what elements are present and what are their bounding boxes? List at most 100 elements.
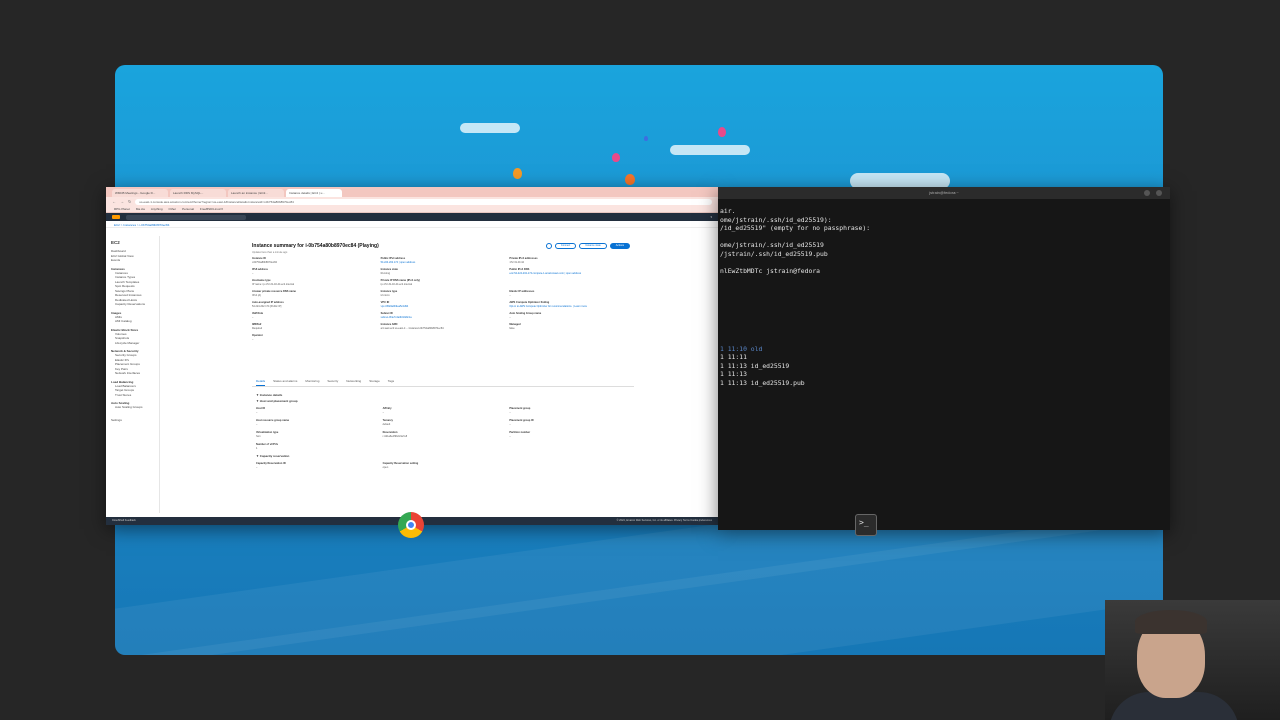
tab-status-and-alarms[interactable]: Status and alarms xyxy=(273,379,297,386)
back-icon[interactable]: ← xyxy=(112,199,116,204)
sidebar-item[interactable]: AMI Catalog xyxy=(115,319,154,324)
connect-button[interactable]: Connect xyxy=(554,243,577,249)
tab-networking[interactable]: Networking xyxy=(346,379,361,386)
field-cell: Hostname type IP name: ip-172-31-40-44.ec… xyxy=(252,279,375,286)
reload-icon[interactable]: ↻ xyxy=(128,199,131,204)
field-cell: IAM Role – xyxy=(252,312,375,319)
summary-fields: Instance ID i-0b754a80b8970ec84 Public IPv… xyxy=(252,257,632,341)
field-value: 54.224.202.174 [Public IP] xyxy=(252,305,282,308)
aws-top-nav: ▾ xyxy=(106,213,718,221)
terminal-icon[interactable]: >_ xyxy=(855,514,877,536)
field-cell: Managed false xyxy=(509,323,632,330)
field-cell: Public IPv4 address 54.224.202.174 | open… xyxy=(381,257,504,264)
details-panel: ▼ Instance details ▼ Host and placement … xyxy=(252,391,634,471)
instance-state-button[interactable]: Instance state xyxy=(579,243,607,249)
browser-tab[interactable]: Launch an instance | EC2... xyxy=(228,189,284,197)
sidebar-settings[interactable]: Settings xyxy=(111,418,154,423)
field-label: Capacity Reservation ID xyxy=(256,462,286,465)
field-value[interactable]: subnet-0f4e7c4a3b02d9c1a xyxy=(381,316,504,319)
bookmark-item[interactable]: RPG Planet xyxy=(114,207,130,211)
sidebar-title[interactable]: EC2 xyxy=(111,240,154,245)
breadcrumb[interactable]: EC2 > Instances > i-0b754a80b8970ec84 xyxy=(106,221,718,228)
aws-logo-icon[interactable] xyxy=(112,215,120,219)
person-hair xyxy=(1135,610,1207,634)
terminal-line: nlEwZtbMDTc jstrain@fedora xyxy=(720,267,821,276)
bookmarks-bar: RPG Planet Ma.cta Anything Other Personal Fre… xyxy=(106,206,718,213)
terminal-titlebar: jstrain@fedora:~ xyxy=(718,187,1170,199)
field-value: false xyxy=(509,327,515,330)
sidebar-item[interactable]: Capacity Reservations xyxy=(115,302,154,307)
browser-tab[interactable]: WMCB Meetings - Google D... xyxy=(112,189,168,197)
sidebar-item[interactable]: Auto Scaling Groups xyxy=(115,405,154,410)
balloon-icon xyxy=(612,153,620,162)
tab-security[interactable]: Security xyxy=(327,379,338,386)
field-value[interactable]: ec2-54-224-202-174.compute-1.amazonaws.c… xyxy=(509,272,632,275)
bookmark-item[interactable]: Other xyxy=(169,207,177,211)
host-placement-section[interactable]: ▼ Host and placement group xyxy=(256,399,630,403)
field-cell: Instance ARN arn:aws:ec2:us-east-1:...:in… xyxy=(381,323,504,330)
field-label: Instance ARN xyxy=(380,323,398,326)
footer-left[interactable]: CloudShell Feedback xyxy=(112,519,136,523)
terminal-line: 1 11:11 xyxy=(720,353,747,362)
capacity-reservation-section[interactable]: ▼ Capacity reservation xyxy=(256,454,630,458)
sidebar-item[interactable]: Events xyxy=(111,258,154,263)
terminal-output[interactable]: air. ome/jstrain/.ssh/id_ed25519):/id_ed2… xyxy=(718,199,1170,395)
address-bar[interactable]: ← → ↻ us-east-1.console.aws.amazon.com/e… xyxy=(106,197,718,206)
close-icon[interactable] xyxy=(1156,190,1162,196)
field-label: Tenancy xyxy=(382,419,393,422)
field-value: t2.micro xyxy=(380,294,390,297)
field-cell xyxy=(383,443,504,450)
screen: { "desktop": { "watermark": "fedora" }, … xyxy=(0,0,1280,720)
browser-tab[interactable]: Launch RDS MySQL... xyxy=(170,189,226,197)
field-label: Instance ID xyxy=(252,257,266,260)
footer-right[interactable]: © 2024, Amazon Web Services, Inc. or its… xyxy=(617,519,712,523)
instance-details-section[interactable]: ▼ Instance details xyxy=(256,393,630,397)
field-value: IP name: ip-172-31-40-44.ec2.internal xyxy=(252,283,295,286)
browser-window[interactable]: WMCB Meetings - Google D... Launch RDS My… xyxy=(106,187,718,525)
url-input[interactable]: us-east-1.console.aws.amazon.com/ec2/hom… xyxy=(135,198,712,205)
chrome-icon[interactable] xyxy=(398,512,424,538)
field-cell: Answer private resource DNS name IPv4 (A) xyxy=(252,290,375,297)
tab-tags[interactable]: Tags xyxy=(388,379,394,386)
field-value: – xyxy=(252,338,254,341)
bookmark-item[interactable]: Personal xyxy=(182,207,194,211)
field-label: Instance state xyxy=(380,268,398,271)
field-value[interactable]: 54.224.202.174 | open address xyxy=(381,261,504,264)
field-cell: Capacity Reservation ID – xyxy=(256,462,377,469)
page-subtitle: Updated less than a minute ago xyxy=(252,251,288,254)
bookmark-item[interactable]: Ma.cta xyxy=(136,207,145,211)
refresh-button[interactable] xyxy=(545,243,552,249)
tab-storage[interactable]: Storage xyxy=(369,379,380,386)
region-selector[interactable]: ▾ xyxy=(710,215,712,219)
field-cell: Instance ID i-0b754a80b8970ec84 xyxy=(252,257,375,264)
sidebar-item[interactable]: Network Interfaces xyxy=(115,371,154,376)
forward-icon[interactable]: → xyxy=(120,199,124,204)
terminal-window[interactable]: jstrain@fedora:~ air. ome/jstrain/.ssh/id… xyxy=(718,187,1170,530)
field-value[interactable]: vpc-0f6d3a0b9ea5c2d94 xyxy=(381,305,504,308)
field-cell: Reservation r-0d1a6e4f9b2c3a7e8 xyxy=(383,431,504,438)
field-cell: Auto-assigned IP address 54.224.202.174 [… xyxy=(252,301,375,308)
field-value: – xyxy=(509,435,511,438)
field-label: Host ID xyxy=(256,407,266,410)
field-value: – xyxy=(509,423,511,426)
minimize-icon[interactable] xyxy=(1144,190,1150,196)
sidebar-item[interactable]: Lifecycle Manager xyxy=(115,341,154,346)
field-cell: Operator – xyxy=(252,334,375,341)
field-value: open xyxy=(382,466,389,469)
field-cell: VPC ID vpc-0f6d3a0b9ea5c2d94 xyxy=(381,301,504,308)
tab-details[interactable]: Details xyxy=(256,379,266,386)
actions-button[interactable]: Actions xyxy=(609,243,630,249)
aws-search-input[interactable] xyxy=(126,214,246,220)
sidebar-item[interactable]: Trust Stores xyxy=(115,393,154,398)
field-cell: IPv6 address – xyxy=(252,268,375,275)
tab-monitoring[interactable]: Monitoring xyxy=(305,379,319,386)
field-cell: Partition number – xyxy=(509,431,630,438)
field-value[interactable]: Opt-in to AWS Compute Optimizer for reco… xyxy=(509,305,632,308)
field-cell: AWS Compute Optimizer finding Opt-in to A… xyxy=(509,301,632,308)
field-label: Virtualization type xyxy=(256,431,279,434)
bookmark-item[interactable]: FreeBSD/Linux/X xyxy=(200,207,223,211)
browser-tab[interactable]: Instance details | EC2 | u... xyxy=(286,189,342,197)
bookmark-item[interactable]: Anything xyxy=(151,207,163,211)
